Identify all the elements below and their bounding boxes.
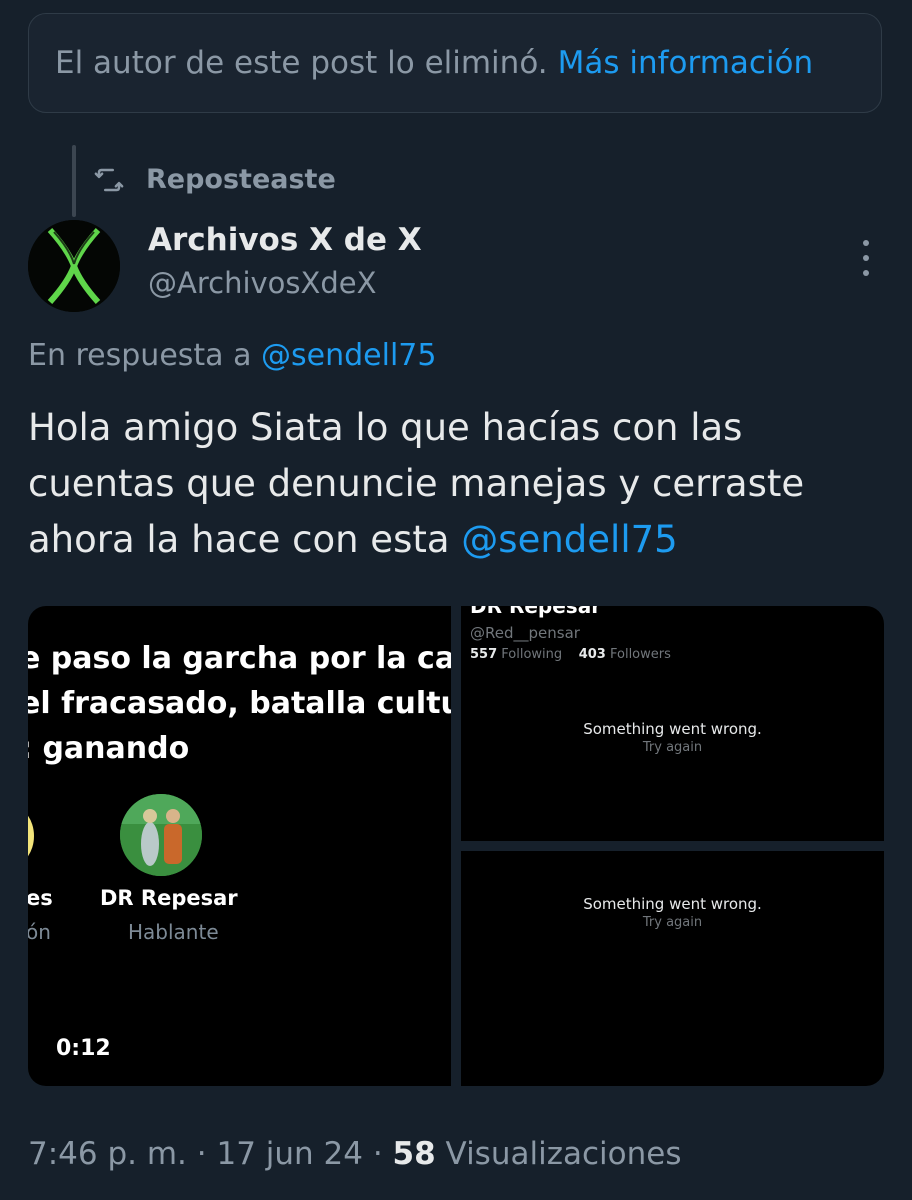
author-display-name[interactable]: Archivos X de X	[148, 222, 422, 258]
followers-count: 403	[578, 647, 606, 662]
video-duration: 0:12	[56, 1036, 111, 1061]
video-caption-line: e paso la garcha por la cara	[28, 641, 451, 676]
profile-handle: @Red__pensar	[470, 624, 580, 642]
repost-indicator: Reposteaste	[94, 164, 336, 195]
media-grid: e paso la garcha por la cara el fracasad…	[28, 606, 884, 1086]
video-caption-line: : ganando	[28, 731, 190, 766]
reply-mention-link[interactable]: @sendell75	[261, 338, 436, 373]
deleted-post-notice: El autor de este post lo eliminó. Más in…	[28, 13, 882, 113]
avatar[interactable]	[28, 220, 120, 312]
author-handle[interactable]: @ArchivosXdeX	[148, 266, 377, 300]
meta-separator: ·	[186, 1136, 217, 1172]
retry-link: Try again	[642, 915, 703, 930]
error-message: Something went wrong.	[583, 720, 762, 738]
post-text: Hola amigo Siata lo que hacías con las c…	[28, 400, 888, 568]
partial-speaker-avatar	[28, 806, 34, 866]
reply-context: En respuesta a @sendell75	[28, 338, 436, 373]
video-caption: e paso la garcha por la cara el fracasad…	[28, 636, 451, 771]
partial-speaker-name: es	[28, 886, 53, 910]
deleted-notice-text: El autor de este post lo eliminó.	[55, 45, 548, 81]
video-tile[interactable]: e paso la garcha por la cara el fracasad…	[28, 606, 451, 1086]
followers-label: Followers	[609, 647, 671, 662]
more-info-link[interactable]: Más información	[558, 45, 814, 81]
profile-screenshot-tile[interactable]: DR Repesar @Red__pensar 557 Following 40…	[461, 606, 884, 841]
x-files-logo	[28, 220, 120, 312]
reply-prefix: En respuesta a	[28, 338, 252, 373]
post-mention-link[interactable]: @sendell75	[461, 518, 677, 561]
post-date[interactable]: 17 jun 24	[216, 1136, 363, 1172]
post-body: Hola amigo Siata lo que hacías con las c…	[28, 406, 805, 561]
speaker-name: DR Repesar	[100, 886, 238, 910]
speaker-avatar	[120, 794, 202, 876]
more-options-icon[interactable]	[858, 240, 874, 276]
video-caption-line: el fracasado, batalla cultu	[28, 686, 451, 721]
speaker-role: Hablante	[128, 920, 219, 944]
partial-speaker-role: ón	[28, 920, 51, 944]
profile-name: DR Repesar	[470, 606, 602, 618]
error-screenshot-tile[interactable]: Something went wrong. Try again	[461, 851, 884, 1086]
views-label: Visualizaciones	[445, 1136, 682, 1172]
post-metadata: 7:46 p. m. · 17 jun 24 · 58 Visualizacio…	[28, 1136, 681, 1172]
following-label: Following	[501, 647, 563, 662]
repost-icon	[94, 168, 124, 191]
repost-label: Reposteaste	[146, 164, 336, 195]
thread-line	[72, 145, 76, 217]
meta-separator: ·	[362, 1136, 393, 1172]
retry-link: Try again	[642, 740, 703, 755]
post-time[interactable]: 7:46 p. m.	[28, 1136, 187, 1172]
error-message: Something went wrong.	[583, 895, 762, 913]
profile-stats: 557 Following 403 Followers	[470, 647, 671, 662]
views-count: 58	[392, 1136, 436, 1172]
following-count: 557	[470, 647, 498, 662]
